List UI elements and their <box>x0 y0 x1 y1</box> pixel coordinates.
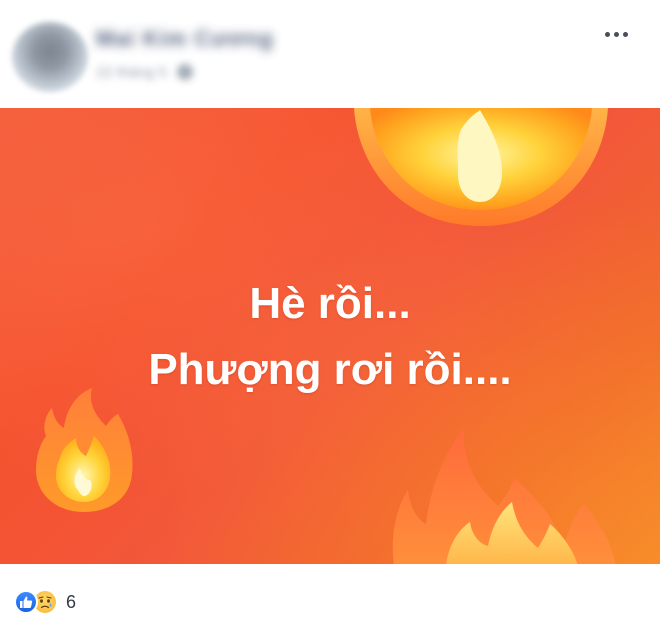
facebook-post: Mai Kim Cương 22 tháng 5 Hè rồi... Phượn… <box>0 0 660 624</box>
author-name[interactable]: Mai Kim Cương <box>96 26 274 52</box>
fire-emoji-icon <box>36 388 133 512</box>
post-footer: 6 <box>0 564 660 624</box>
post-meta: 22 tháng 5 <box>96 62 193 82</box>
post-timestamp[interactable]: 22 tháng 5 <box>96 64 167 81</box>
image-text-line-1: Hè rồi... <box>249 279 411 328</box>
author-avatar[interactable] <box>12 22 88 92</box>
post-header: Mai Kim Cương 22 tháng 5 <box>0 0 660 108</box>
post-image[interactable]: Hè rồi... Phượng rơi rồi.... <box>0 108 660 564</box>
reaction-count[interactable]: 6 <box>66 592 76 613</box>
more-horizontal-icon <box>604 31 610 37</box>
image-text-line-2: Phượng rơi rồi.... <box>148 345 512 394</box>
globe-icon <box>176 64 193 80</box>
thumbs-up-icon <box>20 596 33 608</box>
reactions-summary[interactable]: 6 <box>14 588 76 616</box>
fire-emoji-icon <box>392 428 616 564</box>
fire-emoji-icon <box>354 108 608 226</box>
like-icon <box>14 590 38 614</box>
more-options-button[interactable] <box>598 22 634 46</box>
